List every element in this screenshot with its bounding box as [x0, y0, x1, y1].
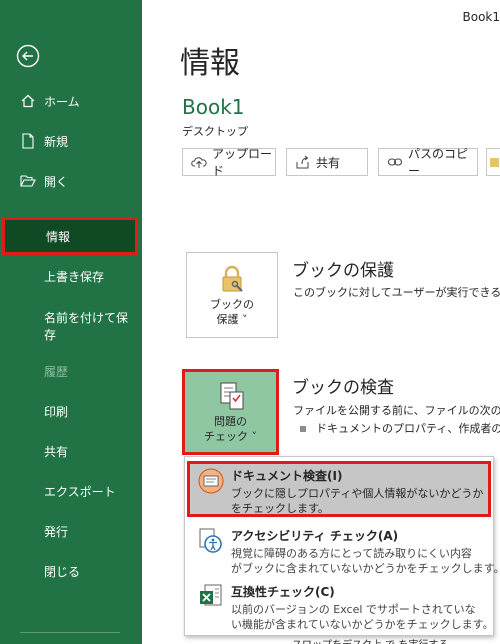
menu-inspect-document-title: ドキュメント検査(I): [231, 469, 343, 483]
menu-accessibility-check-desc: 視覚に障碍のある方にとって読み取りにくい内容 がブックに含まれていないかどうかを…: [231, 546, 500, 576]
nav-open[interactable]: 開く: [0, 163, 142, 199]
back-arrow-icon: [16, 44, 40, 68]
inspect-bullet: ドキュメントのプロパティ、作成者の名前: [300, 420, 500, 436]
nav-close[interactable]: 閉じる: [0, 553, 142, 589]
nav-new-label: 新規: [44, 134, 69, 149]
menu-inspect-document-desc-line1: ブックに隠しプロパティや個人情報がないかどうか: [231, 487, 484, 500]
nav-save-as-label-line2: 存: [44, 328, 57, 342]
upload-button-label: アップロード: [212, 147, 273, 178]
protect-tile-line2: 保護 ˅: [216, 313, 248, 326]
copy-path-button[interactable]: パスのコピー: [378, 147, 478, 178]
workbook-name: Book1: [182, 95, 245, 119]
inspect-bullet-text: ドキュメントのプロパティ、作成者の名前: [316, 422, 500, 435]
share-button-label: 共有: [316, 155, 341, 170]
menu-compatibility-check-desc-line1: 以前のバージョンの Excel でサポートされていな: [231, 603, 476, 616]
upload-button[interactable]: アップロード: [182, 147, 276, 178]
nav-print-label: 印刷: [44, 404, 69, 419]
menu-inspect-document-desc: ブックに隠しプロパティや個人情報がないかどうか をチェックします。: [231, 486, 483, 516]
nav-new[interactable]: 新規: [0, 123, 142, 159]
upload-cloud-icon: [191, 154, 207, 170]
protect-tile-line1: ブックの: [210, 298, 254, 311]
nav-info[interactable]: 情報: [2, 217, 138, 255]
nav-history-label: 履歴: [44, 364, 69, 379]
copy-path-button-label: パスのコピー: [408, 147, 469, 178]
menu-compatibility-check-desc: 以前のバージョンの Excel でサポートされていな い機能が含まれていないかど…: [231, 602, 494, 632]
nav-home[interactable]: ホーム: [0, 83, 142, 119]
document-inspect-icon: [198, 468, 224, 494]
nav-publish[interactable]: 発行: [0, 513, 142, 549]
nav-open-label: 開く: [44, 174, 69, 189]
link-icon: [387, 154, 403, 170]
menu-accessibility-check[interactable]: アクセシビリティ チェック(A) 視覚に障碍のある方にとって読み取りにくい内容 …: [187, 521, 500, 579]
nav-save[interactable]: 上書き保存: [0, 258, 142, 294]
backstage-sidebar: ホーム 新規 開く 情報 上書き保存 名前を付けて保 存 履歴 印刷 共有 エク…: [0, 0, 142, 644]
nav-save-as-label-line1: 名前を付けて保: [44, 311, 129, 325]
window-title: Book1: [462, 10, 500, 24]
page-title: 情報: [180, 46, 240, 81]
inspect-workbook-title: ブックの検査: [292, 378, 394, 398]
workbook-location: デスクトップ: [182, 125, 248, 138]
partial-hidden-row: スワップをデスク上 で を実行する: [292, 636, 448, 644]
nav-save-as[interactable]: 名前を付けて保 存: [0, 308, 142, 348]
menu-accessibility-check-title: アクセシビリティ チェック(A): [231, 529, 399, 543]
new-document-icon: [20, 133, 36, 149]
menu-compatibility-check-title: 互換性チェック(C): [231, 585, 335, 599]
check-issues-tile-line2: チェック ˅: [204, 430, 257, 443]
nav-info-label: 情報: [46, 229, 71, 244]
back-button[interactable]: [16, 44, 40, 68]
nav-export[interactable]: エクスポート: [0, 473, 142, 509]
check-issues-icon: [219, 382, 244, 410]
accessibility-icon: [199, 528, 222, 553]
menu-compatibility-check-desc-line2: い機能が含まれていないかどうかをチェックします。: [231, 618, 494, 631]
menu-inspect-document[interactable]: ドキュメント検査(I) ブックに隠しプロパティや個人情報がないかどうか をチェッ…: [187, 461, 491, 517]
protect-workbook-button[interactable]: ブックの 保護 ˅: [186, 252, 278, 338]
protect-workbook-title: ブックの保護: [292, 261, 394, 281]
protect-workbook-desc: このブックに対してユーザーが実行できる変更: [293, 286, 500, 299]
nav-print[interactable]: 印刷: [0, 393, 142, 429]
compatibility-icon: [200, 584, 222, 606]
home-icon: [20, 93, 36, 109]
open-folder-icon: [20, 173, 36, 189]
inspect-workbook-desc: ファイルを公開する前に、ファイルの次の項目: [293, 404, 500, 417]
nav-save-as-label: 名前を付けて保 存: [44, 310, 128, 344]
nav-home-label: ホーム: [44, 94, 80, 109]
open-location-button[interactable]: [486, 148, 500, 176]
menu-accessibility-check-desc-line1: 視覚に障碍のある方にとって読み取りにくい内容: [231, 547, 472, 560]
nav-save-label: 上書き保存: [44, 269, 105, 284]
nav-share[interactable]: 共有: [0, 433, 142, 469]
check-issues-tile-line1: 問題の: [214, 415, 247, 428]
menu-compatibility-check[interactable]: 互換性チェック(C) 以前のバージョンの Excel でサポートされていな い機…: [187, 577, 494, 635]
nav-export-label: エクスポート: [44, 484, 116, 499]
menu-accessibility-check-desc-line2: がブックに含まれていないかどうかをチェックします。: [231, 562, 500, 575]
check-issues-menu: ドキュメント検査(I) ブックに隠しプロパティや個人情報がないかどうか をチェッ…: [184, 456, 500, 636]
lock-icon: [222, 265, 243, 292]
sidebar-divider: [20, 632, 120, 633]
check-for-issues-button[interactable]: 問題の チェック ˅: [182, 369, 279, 455]
nav-publish-label: 発行: [44, 524, 69, 539]
bullet-square-icon: [300, 426, 306, 432]
menu-inspect-document-desc-line2: をチェックします。: [231, 502, 329, 515]
nav-share-label: 共有: [44, 444, 69, 459]
share-icon: [295, 154, 311, 170]
nav-close-label: 閉じる: [44, 564, 81, 579]
share-button[interactable]: 共有: [286, 148, 368, 176]
nav-history: 履歴: [0, 353, 142, 389]
folder-icon: [490, 157, 499, 167]
